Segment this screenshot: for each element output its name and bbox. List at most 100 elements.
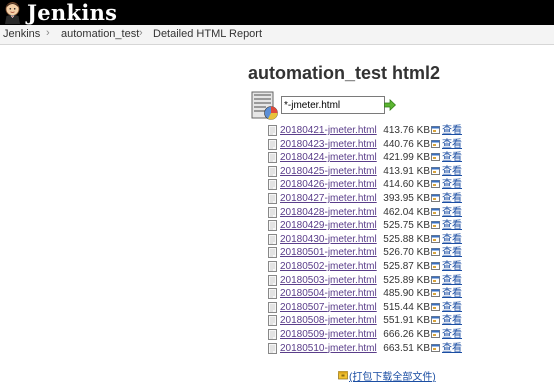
view-link[interactable]: 查看 [442, 287, 462, 300]
file-link[interactable]: 20180425-jmeter.html [280, 165, 377, 178]
file-size: 551.91 KB [383, 315, 430, 327]
view-document-icon [431, 248, 440, 257]
filter-input[interactable] [281, 96, 385, 114]
view-document-icon [431, 302, 440, 311]
document-icon [268, 193, 277, 204]
file-size: 525.75 KB [383, 220, 430, 232]
jenkins-butler-icon[interactable] [2, 1, 23, 24]
file-link[interactable]: 20180423-jmeter.html [280, 138, 377, 151]
view-document-icon [431, 262, 440, 270]
file-size: 462.04 KB [383, 206, 430, 218]
view-document-icon [431, 316, 440, 325]
view-document-icon [431, 180, 440, 189]
file-size: 393.95 KB [383, 193, 430, 204]
file-link[interactable]: 20180427-jmeter.html [280, 192, 377, 205]
document-icon [268, 315, 277, 327]
file-link[interactable]: 20180421-jmeter.html [280, 124, 377, 137]
view-link[interactable]: 查看 [442, 314, 462, 327]
breadcrumb-automation-test[interactable]: automation_test [61, 28, 139, 40]
file-link[interactable]: 20180424-jmeter.html [280, 151, 377, 164]
document-icon [268, 342, 277, 354]
view-document-icon [431, 330, 440, 338]
file-row: 20180428-jmeter.html 462.04 KB 查看 [0, 206, 554, 219]
view-link[interactable]: 查看 [442, 274, 462, 287]
document-icon [268, 206, 277, 218]
file-row: 20180429-jmeter.html 525.75 KB 查看 [0, 219, 554, 232]
jenkins-brand[interactable]: Jenkins [27, 0, 117, 25]
breadcrumb-detailed-html-report[interactable]: Detailed HTML Report [153, 28, 262, 40]
view-link[interactable]: 查看 [442, 246, 462, 259]
document-icon [268, 220, 277, 232]
file-size: 525.88 KB [383, 233, 430, 245]
file-link[interactable]: 20180426-jmeter.html [280, 178, 377, 191]
view-document-icon [431, 166, 440, 175]
view-document-icon [431, 275, 440, 284]
view-link[interactable]: 查看 [442, 192, 462, 205]
file-row: 20180430-jmeter.html 525.88 KB 查看 [0, 233, 554, 246]
document-icon [268, 261, 277, 272]
document-icon [268, 138, 277, 150]
file-row: 20180421-jmeter.html 413.76 KB 查看 [0, 124, 554, 137]
file-row: 20180509-jmeter.html 666.26 KB 查看 [0, 328, 554, 341]
file-link[interactable]: 20180507-jmeter.html [280, 301, 377, 314]
file-link[interactable]: 20180502-jmeter.html [280, 260, 377, 273]
file-size: 414.60 KB [383, 179, 430, 191]
file-link[interactable]: 20180509-jmeter.html [280, 328, 377, 341]
green-arrow-icon[interactable] [384, 99, 396, 111]
file-row: 20180503-jmeter.html 525.89 KB 查看 [0, 274, 554, 287]
file-size: 525.87 KB [383, 261, 430, 272]
file-row: 20180502-jmeter.html 525.87 KB 查看 [0, 260, 554, 273]
document-icon [268, 274, 277, 286]
view-link[interactable]: 查看 [442, 328, 462, 341]
view-link[interactable]: 查看 [442, 233, 462, 246]
view-link[interactable]: 查看 [442, 124, 462, 137]
view-document-icon [431, 343, 440, 352]
file-size: 413.76 KB [383, 125, 430, 136]
document-icon [268, 179, 277, 191]
view-link[interactable]: 查看 [442, 301, 462, 314]
file-row: 20180501-jmeter.html 526.70 KB 查看 [0, 246, 554, 259]
file-size: 440.76 KB [383, 138, 430, 150]
document-icon [268, 233, 277, 245]
file-link[interactable]: 20180430-jmeter.html [280, 233, 377, 246]
file-row: 20180507-jmeter.html 515.44 KB 查看 [0, 301, 554, 314]
view-link[interactable]: 查看 [442, 151, 462, 164]
view-link[interactable]: 查看 [442, 342, 462, 355]
zip-archive-icon [338, 371, 348, 380]
download-all-link[interactable]: (打包下载全部文件) [349, 368, 436, 383]
file-link[interactable]: 20180501-jmeter.html [280, 246, 377, 259]
document-icon [268, 329, 277, 340]
file-size: 421.99 KB [383, 152, 430, 164]
file-size: 485.90 KB [383, 288, 430, 300]
file-size: 413.91 KB [383, 165, 430, 177]
view-link[interactable]: 查看 [442, 138, 462, 151]
document-icon [268, 301, 277, 313]
file-link[interactable]: 20180428-jmeter.html [280, 206, 377, 219]
view-link[interactable]: 查看 [442, 178, 462, 191]
file-link[interactable]: 20180504-jmeter.html [280, 287, 377, 300]
file-link[interactable]: 20180508-jmeter.html [280, 314, 377, 327]
document-icon [268, 152, 277, 164]
file-row: 20180425-jmeter.html 413.91 KB 查看 [0, 165, 554, 178]
view-document-icon [431, 289, 440, 298]
file-link[interactable]: 20180503-jmeter.html [280, 274, 377, 287]
view-document-icon [431, 234, 440, 243]
view-document-icon [431, 221, 440, 230]
view-document-icon [431, 153, 440, 162]
file-link[interactable]: 20180510-jmeter.html [280, 342, 377, 355]
view-link[interactable]: 查看 [442, 219, 462, 232]
document-icon [268, 288, 277, 300]
file-size: 526.70 KB [383, 247, 430, 259]
document-icon [268, 165, 277, 177]
file-row: 20180424-jmeter.html 421.99 KB 查看 [0, 151, 554, 164]
breadcrumb-jenkins[interactable]: Jenkins [3, 28, 40, 40]
file-size: 515.44 KB [383, 301, 430, 313]
view-document-icon [431, 207, 440, 216]
view-link[interactable]: 查看 [442, 260, 462, 273]
breadcrumb-separator: › [139, 27, 143, 39]
view-link[interactable]: 查看 [442, 165, 462, 178]
view-link[interactable]: 查看 [442, 206, 462, 219]
page-title: automation_test html2 [248, 63, 441, 83]
file-link[interactable]: 20180429-jmeter.html [280, 219, 377, 232]
file-row: 20180426-jmeter.html 414.60 KB 查看 [0, 178, 554, 191]
